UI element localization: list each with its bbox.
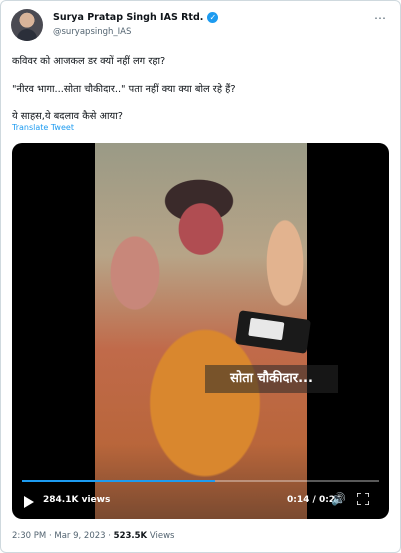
volume-icon[interactable]: 🔊 [331, 492, 346, 506]
author-name[interactable]: Surya Pratap Singh IAS Rtd. [53, 12, 203, 23]
author-line: Surya Pratap Singh IAS Rtd. ✓ [53, 12, 219, 23]
more-icon[interactable]: ⋯ [374, 11, 387, 25]
tweet-date[interactable]: Mar 9, 2023 [54, 531, 105, 541]
tweet-time[interactable]: 2:30 PM [12, 531, 46, 541]
tweet-text-line: कविवर को आजकल डर क्यों नहीं लग रहा? [12, 56, 166, 67]
fullscreen-icon[interactable] [357, 493, 369, 505]
video-progress-bar[interactable] [22, 480, 379, 482]
video-frame[interactable]: सोता चौकीदार... [95, 143, 338, 519]
play-icon[interactable] [24, 496, 34, 508]
video-view-count: 284.1K views [43, 495, 111, 505]
tweet-card: Surya Pratap Singh IAS Rtd. ✓ @suryapsin… [0, 0, 401, 553]
video-progress-fill [22, 480, 215, 482]
mic-tag [248, 317, 285, 341]
tweet-meta: 2:30 PM · Mar 9, 2023 · 523.5K Views [12, 531, 174, 541]
author-handle[interactable]: @suryapsingh_IAS [53, 27, 131, 37]
verified-badge-icon: ✓ [207, 12, 219, 23]
tweet-text-line: ये साहस,ये बदलाव कैसे आया? [12, 111, 123, 122]
tweet-text-line: "नीरव भागा...सोता चौकीदार.." पता नहीं क्… [12, 84, 236, 95]
avatar[interactable] [11, 9, 43, 41]
video-player[interactable]: सोता चौकीदार... 284.1K views 0:14 / 0:26… [12, 143, 389, 519]
tweet-header: Surya Pratap Singh IAS Rtd. ✓ @suryapsin… [11, 9, 391, 45]
tweet-view-count: 523.5K [113, 531, 148, 541]
meta-separator: · [48, 531, 52, 541]
video-subtitle: सोता चौकीदार... [205, 365, 338, 393]
microphone-image [234, 310, 312, 354]
views-label: Views [149, 531, 175, 541]
translate-tweet-link[interactable]: Translate Tweet [12, 123, 74, 132]
meta-separator: · [108, 531, 111, 541]
